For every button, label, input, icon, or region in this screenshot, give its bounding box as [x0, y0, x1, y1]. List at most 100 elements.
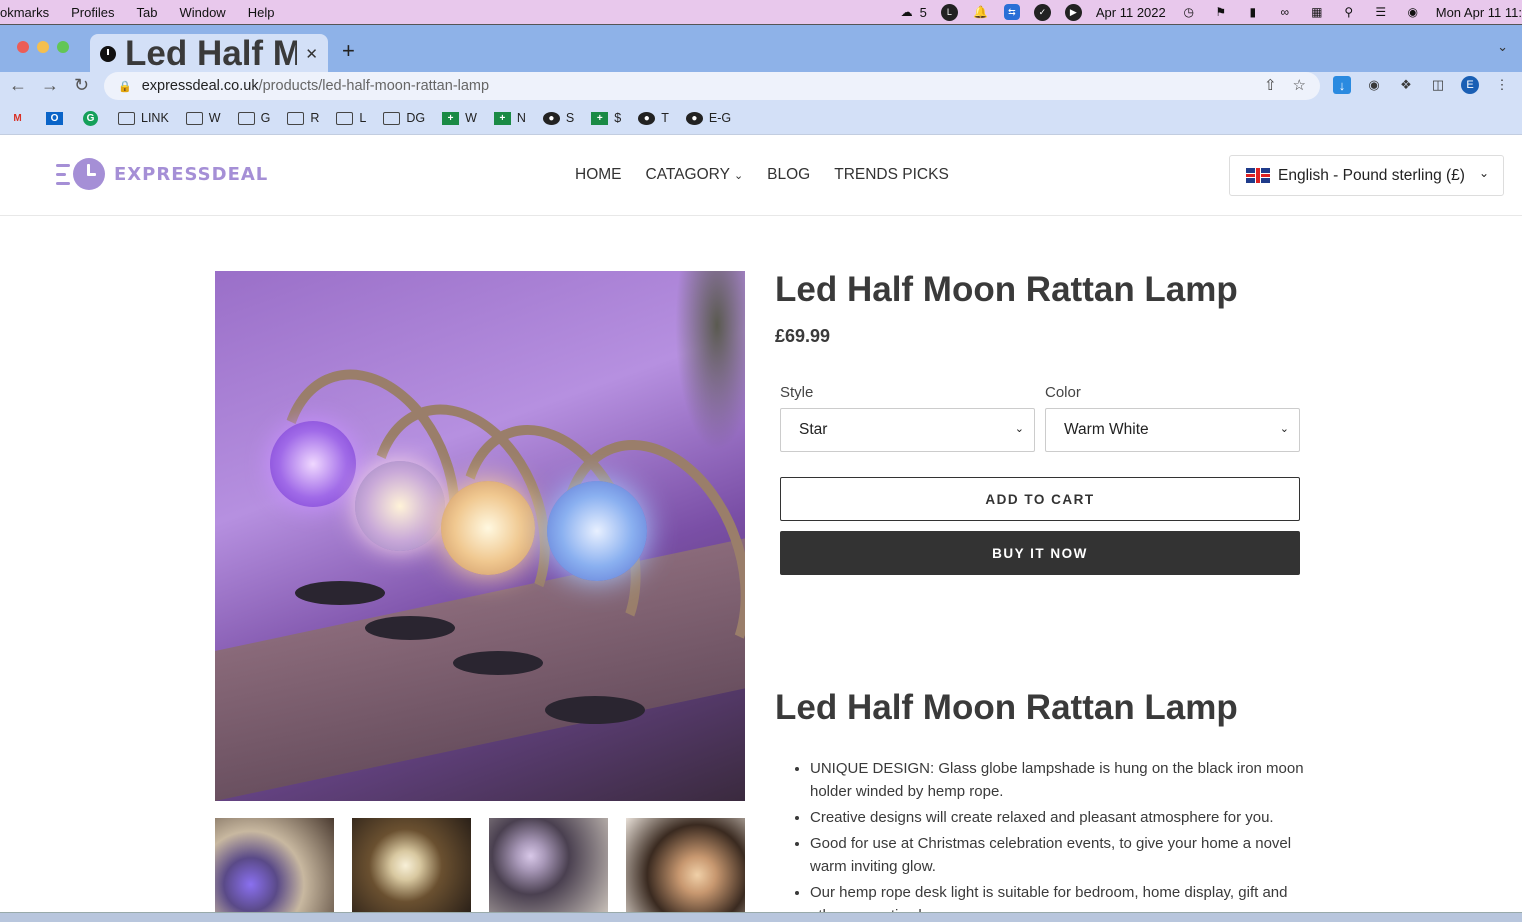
bookmark-globe-s[interactable]: ● S	[542, 111, 574, 125]
menu-tab[interactable]: Tab	[136, 5, 157, 20]
time-machine-icon[interactable]: ◷	[1180, 5, 1198, 19]
thumbnail-4[interactable]	[626, 818, 745, 913]
folder-icon	[287, 111, 305, 125]
menu-window[interactable]: Window	[179, 5, 225, 20]
control-center-icon[interactable]: ☰	[1372, 5, 1390, 19]
address-bar[interactable]: 🔒 expressdeal.co.uk/products/led-half-mo…	[104, 72, 1320, 100]
minimize-window-button[interactable]	[37, 41, 49, 53]
battery-icon[interactable]: ▮	[1244, 5, 1262, 19]
image-plant-leaf	[675, 271, 745, 451]
bookmark-label: $	[614, 111, 622, 125]
bookmark-folder-dg[interactable]: DG	[383, 111, 425, 125]
notification-bell-icon[interactable]: 🔔	[972, 5, 990, 19]
share-icon[interactable]: ⇧	[1264, 76, 1277, 94]
us-flag-icon[interactable]: ⚑	[1212, 5, 1230, 19]
image-lamp-base	[545, 696, 645, 724]
product-title: Led Half Moon Rattan Lamp	[775, 270, 1238, 309]
menubar-clock: Mon Apr 11 11:	[1435, 4, 1522, 20]
macos-menubar: okmarks Profiles Tab Window Help ☁ 5 L 🔔…	[0, 0, 1522, 24]
thumbnail-2[interactable]	[352, 818, 471, 913]
bookmark-folder-g[interactable]: G	[237, 111, 270, 125]
sheets-icon: +	[493, 111, 511, 125]
back-arrow-icon[interactable]: ←	[9, 75, 27, 96]
checkmark-icon[interactable]: ✓	[1033, 3, 1051, 21]
bookmark-label: W	[208, 111, 221, 125]
sheets-icon: +	[591, 111, 609, 125]
bookmark-folder-l[interactable]: L	[336, 111, 366, 125]
close-tab-icon[interactable]: ✕	[305, 45, 318, 63]
bookmark-grammarly[interactable]: G	[83, 110, 104, 126]
site-header: EXPRESSDEAL HOME CATAGORY ⌄ BLOG TRENDS …	[0, 136, 1522, 216]
product-main-image[interactable]	[215, 271, 745, 801]
maximize-window-button[interactable]	[57, 41, 69, 53]
tab-search-chevron-icon[interactable]: ⌄	[1497, 39, 1508, 55]
bookmark-folder-w[interactable]: W	[185, 111, 221, 125]
browser-menu-icon[interactable]: ⋮	[1493, 76, 1511, 94]
close-window-button[interactable]	[17, 41, 29, 53]
bookmark-globe-t[interactable]: ● T	[638, 111, 669, 125]
nav-trends-picks[interactable]: TRENDS PICKS	[834, 166, 949, 184]
globe-icon: ●	[542, 111, 560, 125]
spotlight-search-icon[interactable]: ⚲	[1340, 5, 1358, 19]
nav-category[interactable]: CATAGORY ⌄	[646, 166, 744, 184]
bookmark-folder-link[interactable]: LINK	[118, 111, 169, 125]
image-globe-purple	[270, 421, 356, 507]
browser-tab-active[interactable]: Led Half Moon Rattan Lamp – E ✕	[90, 34, 328, 73]
bookmark-sheet-w[interactable]: + W	[442, 111, 477, 125]
owl-extension-icon[interactable]: ◉	[1365, 76, 1383, 94]
bookmark-star-icon[interactable]: ☆	[1293, 76, 1306, 94]
nav-home[interactable]: HOME	[575, 166, 622, 184]
wechat-count: 5	[919, 4, 927, 20]
thumbnail-3[interactable]	[489, 818, 608, 913]
memory-icon[interactable]: ▦	[1308, 5, 1326, 19]
link-icon[interactable]: ∞	[1276, 5, 1294, 19]
play-icon[interactable]: ▶	[1064, 3, 1082, 21]
image-lamp-base	[295, 581, 385, 605]
forward-arrow-icon[interactable]: →	[41, 75, 59, 96]
profile-avatar[interactable]: E	[1461, 76, 1479, 94]
language-currency-selector[interactable]: English - Pound sterling (£) ⌄	[1229, 155, 1504, 196]
bottom-window-edge	[0, 912, 1522, 922]
bookmark-label: N	[516, 111, 526, 125]
reload-icon[interactable]: ↻	[74, 75, 89, 96]
expressdeal-logo[interactable]: EXPRESSDEAL	[56, 158, 268, 190]
wechat-icon[interactable]: ☁	[898, 5, 916, 19]
siri-icon[interactable]: ◉	[1404, 5, 1422, 19]
teamviewer-icon[interactable]: ⇆	[1003, 4, 1020, 20]
description-bullets: UNIQUE DESIGN: Glass globe lampshade is …	[790, 757, 1310, 922]
bookmark-label: LINK	[141, 111, 169, 125]
bookmark-sheet-dollar[interactable]: + $	[591, 111, 621, 125]
bookmark-label: W	[465, 111, 477, 125]
menu-profiles[interactable]: Profiles	[71, 5, 114, 20]
image-globe-multicolor	[355, 461, 445, 551]
product-thumbnails	[215, 818, 745, 913]
chevron-down-icon: ⌄	[1014, 423, 1024, 435]
lock-icon[interactable]: 🔒	[118, 80, 132, 93]
add-to-cart-button[interactable]: ADD TO CART	[780, 477, 1300, 521]
image-globe-blue	[547, 481, 647, 581]
image-lamp-base	[365, 616, 455, 640]
new-tab-button[interactable]: +	[342, 38, 355, 64]
bookmark-outlook[interactable]: O	[46, 111, 69, 125]
bookmark-sheet-n[interactable]: + N	[493, 111, 526, 125]
menu-help[interactable]: Help	[248, 5, 275, 20]
line-icon[interactable]: L	[940, 3, 958, 21]
description-title: Led Half Moon Rattan Lamp	[775, 688, 1238, 727]
thumbnail-1[interactable]	[215, 818, 334, 913]
language-label: English - Pound sterling (£)	[1278, 166, 1465, 184]
description-bullet: Good for use at Christmas celebration ev…	[810, 832, 1310, 878]
bookmark-folder-r[interactable]: R	[287, 111, 319, 125]
menu-bookmarks[interactable]: okmarks	[0, 5, 49, 20]
color-select[interactable]: Warm White ⌄	[1045, 408, 1300, 452]
style-select[interactable]: Star ⌄	[780, 408, 1035, 452]
product-info: Led Half Moon Rattan Lamp £69.99 Style C…	[775, 270, 1315, 575]
puzzle-extensions-icon[interactable]: ❖	[1397, 76, 1415, 94]
main-navigation: HOME CATAGORY ⌄ BLOG TRENDS PICKS	[575, 166, 949, 184]
bookmark-gmail[interactable]: M	[9, 112, 32, 125]
download-extension-icon[interactable]: ↓	[1333, 76, 1351, 94]
bookmark-label: DG	[406, 111, 426, 125]
buy-it-now-button[interactable]: BUY IT NOW	[780, 531, 1300, 575]
nav-blog[interactable]: BLOG	[767, 166, 810, 184]
bookmark-globe-eg[interactable]: ● E-G	[685, 111, 731, 125]
sidebar-toggle-icon[interactable]: ◫	[1429, 76, 1447, 94]
